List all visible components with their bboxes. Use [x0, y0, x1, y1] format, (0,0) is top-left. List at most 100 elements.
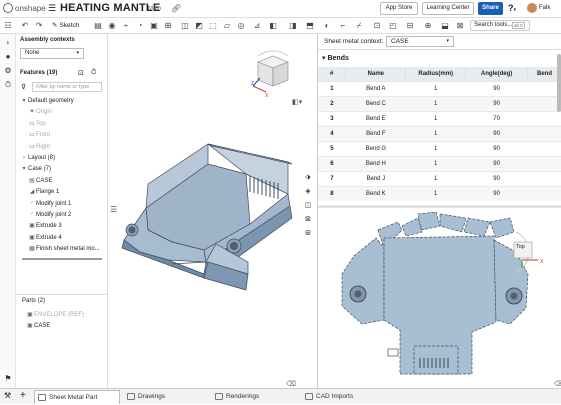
table-row[interactable]: 4 Bend F 1 90: [318, 125, 561, 141]
column-header[interactable]: Name: [345, 67, 407, 81]
joint-icon[interactable]: ⊡: [372, 21, 382, 31]
3d-viewport[interactable]: Z X ◧▾ ☰ ⌫ ⬗ ◈ ◫ ⊠ ⊞: [108, 34, 317, 388]
parts-label[interactable]: Parts (2): [22, 298, 45, 304]
bend-relief-icon[interactable]: ⌿: [354, 21, 364, 31]
table-scrollbar[interactable]: [557, 54, 561, 112]
feature-type-icon: ◜: [30, 200, 34, 207]
part-list-item[interactable]: ▣CASE: [16, 321, 50, 331]
feature-tree-item[interactable]: ▣Extrude 4: [16, 233, 62, 243]
feature-tree-item[interactable]: ◜ Modify joint 2: [16, 210, 72, 220]
section-view-icon[interactable]: ⬗: [302, 172, 314, 184]
fillet-icon[interactable]: ◔: [135, 21, 145, 31]
rollback-bar[interactable]: [22, 258, 102, 260]
feature-tree-item[interactable]: ▭Front: [16, 130, 50, 140]
add-folder-icon[interactable]: ⊡: [78, 69, 84, 77]
feature-tree-item[interactable]: ◢ Flange 1: [16, 187, 60, 197]
branch-label[interactable]: Main: [148, 6, 161, 12]
assembly-context-select[interactable]: None ▾: [20, 48, 84, 59]
add-tab-icon[interactable]: +: [20, 390, 26, 401]
link-icon[interactable]: 🔗︎: [171, 4, 181, 13]
transform-icon[interactable]: ⬚: [208, 21, 218, 31]
feature-tree-item[interactable]: ▣Extrude 3: [16, 221, 62, 231]
view-cube-top-label[interactable]: Top: [516, 244, 525, 250]
rip-icon[interactable]: ⊟: [405, 21, 415, 31]
table-row[interactable]: 2 Bend C 1 90: [318, 95, 561, 111]
tab-sheet-metal-part[interactable]: Sheet Metal Part: [34, 390, 120, 404]
feature-type-icon: ▾: [22, 98, 26, 104]
feature-tree-item[interactable]: ▾ Case (7): [16, 164, 51, 174]
undo-icon[interactable]: ↶: [20, 21, 30, 31]
view-cube-icon[interactable]: Z X: [251, 50, 289, 99]
hamburger-menu-icon[interactable]: ☰: [48, 3, 56, 14]
column-header[interactable]: Radius(mm): [405, 67, 467, 81]
flat-icon[interactable]: ⬓: [440, 21, 450, 31]
configurations-icon[interactable]: ⚙: [3, 66, 13, 76]
table-row[interactable]: 6 Bend H 1 90: [318, 155, 561, 171]
hem-icon[interactable]: ◰: [388, 21, 398, 31]
table-row[interactable]: 1 Bend A 1 90: [318, 80, 561, 96]
mate-connector-icon[interactable]: ◎: [236, 21, 246, 31]
table-row[interactable]: 7 Bend J 1 90: [318, 170, 561, 186]
feature-tree-item[interactable]: ◜ Modify joint 1: [16, 199, 72, 209]
sweep-icon[interactable]: ⌁: [121, 21, 131, 31]
feature-tree-item[interactable]: ▭Top: [16, 119, 46, 129]
tab-menu-icon[interactable]: ⚒: [4, 391, 11, 400]
feature-tree-item[interactable]: › Layout (8): [16, 153, 55, 163]
split-icon[interactable]: ◩: [194, 21, 204, 31]
user-name[interactable]: Falk: [539, 5, 550, 11]
explode-icon[interactable]: ⊠: [302, 214, 314, 226]
measure-icon[interactable]: ⊿: [252, 21, 262, 31]
corner-icon[interactable]: ⌐: [338, 21, 348, 31]
feedback-icon[interactable]: ⚑: [3, 374, 13, 384]
table-row[interactable]: 8 Bend K 1 90: [318, 185, 561, 201]
view-icon[interactable]: ◐: [322, 21, 332, 31]
boolean-icon[interactable]: ◫: [180, 21, 190, 31]
appearance-icon[interactable]: ⊞: [302, 228, 314, 240]
part-list-item[interactable]: ▣ENVELOPE (REF): [16, 310, 84, 320]
onshape-logo[interactable]: onshape: [3, 3, 46, 13]
sketch-button[interactable]: ✎ Sketch: [52, 21, 79, 30]
chevron-down-icon: ▾: [446, 38, 449, 44]
tab-drawings[interactable]: Drawings: [124, 390, 210, 404]
feature-tree-item[interactable]: ▾ Default geometry: [16, 96, 73, 106]
column-header[interactable]: Bend: [527, 67, 561, 81]
document-title[interactable]: HEATING MANTLE: [60, 2, 160, 14]
rollback-clock-icon[interactable]: ⏱: [91, 69, 96, 77]
feature-tree-item[interactable]: ✦Origin: [16, 107, 52, 117]
help-icon[interactable]: ?▾: [508, 3, 516, 13]
avatar[interactable]: [527, 3, 537, 13]
cut-plane-icon[interactable]: ◫: [302, 200, 314, 212]
sheet-metal-context-select[interactable]: CASE ▾: [386, 36, 454, 47]
form-icon[interactable]: ⊕: [423, 21, 433, 31]
bends-section-header[interactable]: ▾ Bends: [318, 53, 561, 65]
feature-tree-item[interactable]: ▦Finish sheet metal mo...: [16, 244, 100, 254]
extrude-icon[interactable]: ▤: [93, 21, 103, 31]
column-header[interactable]: #: [318, 67, 347, 81]
history-icon[interactable]: ⏱: [3, 80, 13, 90]
filter-input[interactable]: Filter by name or type: [32, 82, 102, 92]
table-row[interactable]: 5 Bend G 1 90: [318, 140, 561, 156]
learning-center-button[interactable]: Learning Center: [422, 2, 474, 15]
named-view-icon[interactable]: ◈: [302, 186, 314, 198]
tab-cad-imports[interactable]: CAD Imports: [302, 390, 388, 404]
add-icon[interactable]: ⍖: [3, 38, 13, 48]
column-header[interactable]: Angle(deg): [465, 67, 529, 81]
revolve-icon[interactable]: ◉: [107, 21, 117, 31]
feature-tree-item[interactable]: ▤CASE: [16, 176, 52, 186]
table-row[interactable]: 3 Bend E 1 70: [318, 110, 561, 126]
comments-icon[interactable]: ●: [3, 52, 13, 62]
feature-tree-item[interactable]: ▭Right: [16, 142, 50, 152]
sheet-metal-icon[interactable]: ◧: [268, 21, 278, 31]
finish-icon[interactable]: ⊠: [455, 21, 465, 31]
plane-icon[interactable]: ▱: [222, 21, 232, 31]
share-button[interactable]: Share: [478, 2, 503, 15]
app-store-button[interactable]: App Store: [380, 2, 418, 15]
tab-renderings[interactable]: Renderings: [212, 390, 298, 404]
feature-list-icon[interactable]: ☷: [3, 21, 13, 31]
flange-icon[interactable]: ◨: [288, 21, 298, 31]
redo-icon[interactable]: ↷: [34, 21, 44, 31]
tab-icon[interactable]: ⬒: [305, 21, 315, 31]
shell-icon[interactable]: ▣: [149, 21, 159, 31]
pattern-icon[interactable]: ⊞: [163, 21, 173, 31]
flat-pattern-viewport[interactable]: X ⌫ Top: [318, 208, 561, 388]
